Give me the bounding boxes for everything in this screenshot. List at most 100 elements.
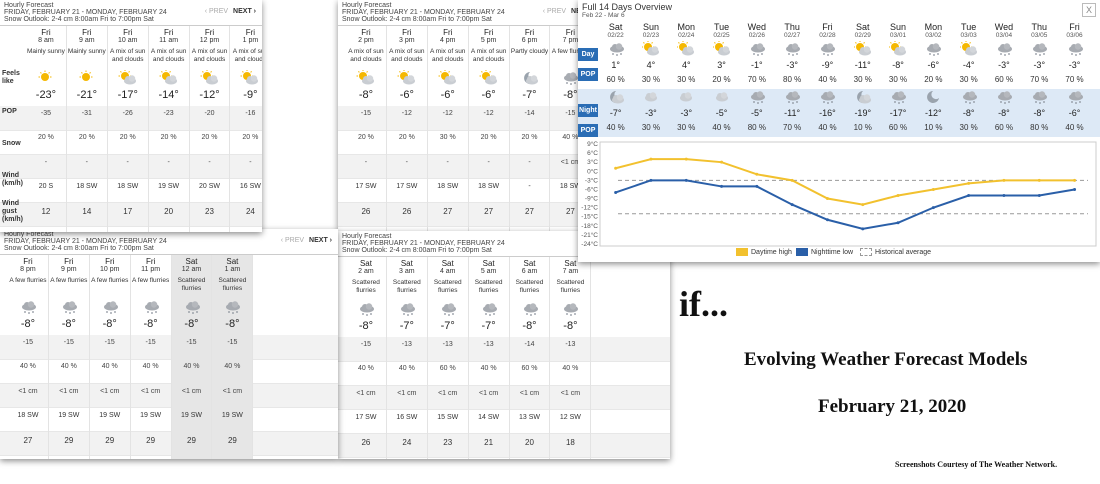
next-button[interactable]: NEXT ›	[233, 8, 256, 15]
hour-feels-like: -15	[104, 339, 115, 346]
hour-wind: 18 SW	[437, 183, 459, 190]
overview-pop-night: 40 %	[606, 123, 625, 132]
y-tick-label: -24°C	[581, 240, 598, 248]
hour-wind: 17 SW	[355, 183, 377, 190]
hour-feels-like: -35	[40, 110, 51, 117]
row-label: Snow	[2, 140, 21, 147]
daytime-high-point	[614, 166, 618, 170]
hour-wind-gust: 23	[205, 207, 214, 216]
overview-pop-night: 80 %	[747, 123, 766, 132]
overview-day-name: Fri	[1069, 22, 1080, 32]
row-label: POP	[2, 108, 17, 115]
overview-day-column: Mon 02/24 4° 30 % -3° 30 %	[669, 21, 704, 138]
hour-snow: -	[208, 159, 211, 166]
hour-feels-like: -13	[565, 341, 576, 348]
hour-temperature: -8°	[563, 320, 578, 332]
nighttime-low-point	[861, 227, 865, 231]
hour-feels-like: -20	[204, 110, 215, 117]
hour-snow: -	[167, 159, 170, 166]
hour-pop: 20 %	[78, 134, 95, 141]
moon-cloud-icon	[607, 89, 625, 105]
hour-feels-like: -15	[186, 339, 197, 346]
prev-button[interactable]: ‹ PREV	[543, 8, 566, 15]
prev-button[interactable]: ‹ PREV	[281, 237, 304, 244]
hour-temperature: -8°	[225, 318, 240, 330]
hour-snow: -	[249, 159, 252, 166]
overview-high: -6°	[927, 60, 940, 70]
hour-wind-gust: 26	[361, 207, 371, 216]
overview-day-name: Wed	[747, 22, 766, 32]
hour-day: Sat	[523, 259, 536, 268]
overview-day-column: Thu 02/27 -3° 80 % -11° 70 %	[775, 21, 810, 138]
sun-cloud-icon	[118, 69, 138, 86]
hour-time: 10 pm	[99, 266, 120, 273]
sun-icon	[77, 70, 97, 86]
hour-condition: A mix of sun and clouds	[470, 48, 507, 63]
hour-wind-gust: 29	[146, 436, 156, 445]
nighttime-low-point	[649, 178, 653, 182]
overview-day-name: Sun	[890, 22, 907, 32]
hour-wind: 20 S	[38, 183, 54, 190]
overview-day-column: Sun 03/01 -8° 30 % -17° 60 %	[880, 21, 915, 138]
hour-snow: -	[364, 159, 368, 166]
hour-day: Fri	[483, 28, 494, 37]
y-tick-label: -18°C	[581, 222, 598, 230]
overview-day-column: Sat 02/22 1° 60 % -7° 40 %	[598, 21, 633, 138]
prev-button[interactable]: ‹ PREV	[205, 8, 228, 15]
hour-condition: Scattered flurries	[392, 279, 421, 294]
hour-condition: A mix of sun and clouds	[348, 48, 384, 63]
flurries-icon	[607, 41, 625, 57]
overview-date: 02/27	[784, 32, 801, 39]
flurries-icon	[356, 301, 376, 317]
hour-condition: A few flurries	[9, 277, 47, 284]
hour-time: 12 pm	[199, 37, 220, 44]
overview-day-column: Tue 03/03 -4° 30 % -8° 30 %	[951, 21, 986, 138]
hour-temperature: -6°	[481, 89, 496, 101]
hour-snow: -	[85, 159, 88, 166]
hour-feels-like: -15	[22, 339, 33, 346]
hour-wind: 18 SW	[76, 183, 98, 190]
hour-condition: A few flurries	[91, 277, 129, 284]
legend-swatch-night-low	[796, 248, 808, 256]
moon-cloud-icon	[854, 89, 872, 105]
hour-snow: -	[528, 159, 531, 166]
overview-title: Full 14 Days Overview	[582, 2, 673, 12]
hour-snow: -	[405, 159, 408, 166]
hour-pop: 40 %	[224, 363, 241, 370]
flurries-icon	[783, 41, 801, 57]
hour-feels-like: -23	[163, 110, 174, 117]
y-tick-label: -21°C	[581, 231, 598, 239]
daytime-high-point	[825, 197, 829, 201]
hour-snow: <1 cm	[222, 388, 243, 395]
flurries-icon	[818, 89, 836, 105]
hour-snow: <1 cm	[519, 390, 540, 397]
panel-header: Hourly Forecast FRIDAY, FEBRUARY 21 - MON…	[0, 0, 262, 26]
nighttime-low-point	[1073, 187, 1077, 191]
legend-label-historical: Historical average	[875, 248, 932, 256]
nighttime-low-point	[614, 190, 618, 194]
close-button[interactable]: X	[1082, 3, 1096, 17]
hour-day: Fri	[145, 257, 156, 266]
hour-day: Fri	[361, 28, 371, 37]
chart-frame	[599, 141, 1097, 247]
hour-wind-gust: 17	[123, 207, 133, 216]
overview-day-column: Mon 03/02 -6° 20 % -12° 10 %	[916, 21, 951, 138]
hour-column: Sat 2 am Scattered flurries -8° -15 40 % <1 cm…	[346, 257, 387, 459]
hour-temperature: -21°	[76, 89, 97, 101]
overview-date: 03/06	[1066, 32, 1083, 39]
row-label: Wind (km/h)	[2, 172, 23, 187]
next-button[interactable]: NEXT ›	[309, 237, 332, 244]
moon-icon	[924, 89, 942, 105]
row-label: Feels like	[2, 70, 20, 85]
pop-day-label: POP	[578, 68, 598, 81]
hour-feels-like: -12	[442, 110, 453, 117]
overview-low: -7°	[609, 108, 622, 118]
overview-pop-day: 30 %	[853, 75, 872, 84]
y-tick-label: 9°C	[587, 140, 598, 148]
hour-temperature: -9°	[243, 89, 258, 101]
hour-day: Sat	[441, 259, 454, 268]
hour-wind-gust: 27	[443, 207, 453, 216]
hour-feels-like: -15	[360, 341, 371, 348]
nighttime-low-point	[755, 184, 759, 188]
hour-snow: <1 cm	[560, 390, 581, 397]
